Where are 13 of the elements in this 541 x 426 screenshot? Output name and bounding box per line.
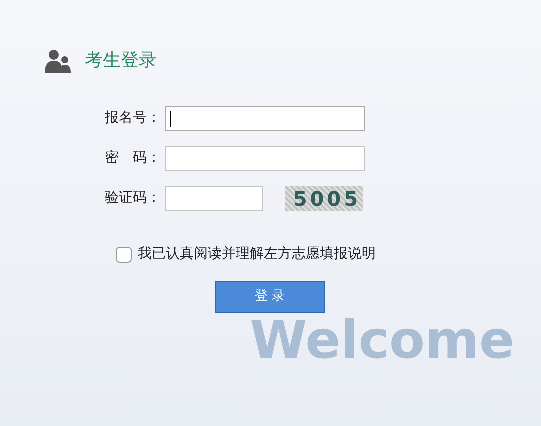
welcome-text: Welcome — [250, 311, 515, 371]
agreement-label: 我已认真阅读并理解左方志愿填报说明 — [138, 245, 376, 264]
password-field[interactable] — [165, 146, 365, 171]
field-label: 报名号： — [104, 109, 162, 128]
login-button[interactable]: 登 录 — [215, 281, 325, 313]
text-input-field[interactable] — [165, 106, 365, 131]
agreement-checkbox[interactable] — [116, 246, 132, 262]
field-label: 验证码： — [104, 189, 162, 208]
field-label: 密 码： — [104, 149, 162, 168]
captcha-input-field[interactable] — [165, 186, 263, 211]
captcha-image: 5005 — [285, 186, 363, 211]
users-icon — [45, 48, 71, 72]
login-title: 考生登录 — [85, 49, 157, 73]
